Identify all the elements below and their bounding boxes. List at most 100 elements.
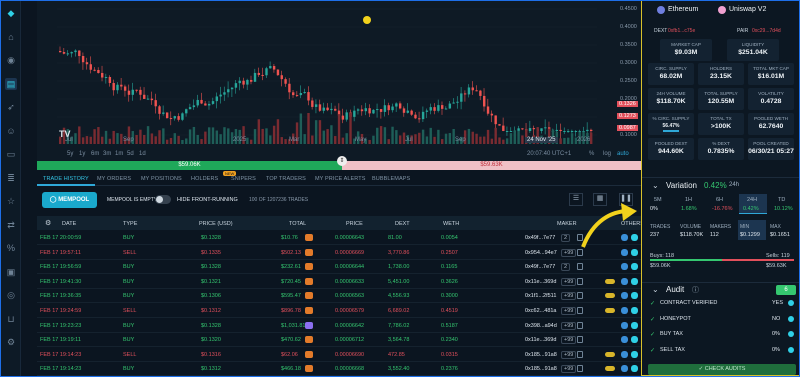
range-5d[interactable]: 5d <box>127 151 134 157</box>
row-maker[interactable]: 0x185...91a8 <box>525 352 557 358</box>
table-row[interactable]: FEB 17 19:41:30 BUY $0.1321 $720.45 0.000066… <box>37 275 641 289</box>
tab-my-positions[interactable]: MY POSITIONS <box>141 176 182 182</box>
tab-holders[interactable]: HOLDERS <box>191 176 218 182</box>
dext-address[interactable]: 0xfb1...c75e <box>668 28 695 34</box>
col-weth[interactable]: WETH <box>443 221 459 227</box>
table-row[interactable]: FEB 17 19:36:35 BUY $0.1306 $595.47 0.000065… <box>37 289 641 304</box>
col-price-usd[interactable]: PRICE (USD) <box>199 221 233 227</box>
rocket-icon[interactable]: ➶ <box>5 101 17 113</box>
range-1y[interactable]: 1y <box>79 151 85 157</box>
range-3m[interactable]: 3m <box>103 151 111 157</box>
table-row[interactable]: FEB 17 19:14:23 SELL $0.1316 $62.06 0.000066… <box>37 348 641 362</box>
external-link-icon[interactable] <box>621 307 628 314</box>
globe-icon[interactable]: ◎ <box>5 289 17 301</box>
tab-top-traders[interactable]: TOP TRADERS <box>266 176 306 182</box>
row-maker[interactable]: 0x11e...369d <box>525 337 556 343</box>
filter-icon[interactable] <box>577 336 583 344</box>
tab-trade-history[interactable]: TRADE HISTORY <box>43 176 89 182</box>
percent-icon[interactable]: % <box>5 242 17 254</box>
period-5m[interactable]: 5M <box>654 197 662 203</box>
filter-icon[interactable] <box>577 350 583 358</box>
gear-icon[interactable]: ⚙ <box>5 336 17 348</box>
chart-icon[interactable]: ▤ <box>5 77 17 90</box>
share-icon[interactable] <box>631 292 638 300</box>
cart-icon[interactable]: ⊔ <box>5 313 17 325</box>
filter-icon[interactable] <box>577 321 583 329</box>
col-maker[interactable]: MAKER <box>557 221 577 227</box>
tab-snipers[interactable]: SNIPERS <box>231 176 256 182</box>
audit-collapse-icon[interactable]: ⌄ <box>652 285 659 294</box>
external-link-icon[interactable] <box>621 365 628 373</box>
range-5y[interactable]: 5y <box>67 151 73 157</box>
external-link-icon[interactable] <box>621 277 628 285</box>
table-row[interactable]: FEB 17 19:24:59 SELL $0.1312 $896.78 0.00006… <box>37 304 641 318</box>
swap-icon[interactable]: ⇄ <box>5 219 17 231</box>
table-row[interactable]: FEB 17 19:57:11 SELL $0.1335 $502.13 0.00006… <box>37 246 641 260</box>
eye-icon[interactable]: ◉ <box>5 54 17 66</box>
share-icon[interactable] <box>631 321 638 329</box>
period-1h[interactable]: 1H <box>685 197 692 203</box>
front-running-toggle[interactable] <box>155 195 171 204</box>
share-icon[interactable] <box>631 307 638 314</box>
tab-my-price-alerts[interactable]: MY PRICE ALERTS <box>315 176 366 182</box>
row-maker[interactable]: 0x185...91a8 <box>525 366 557 372</box>
external-link-icon[interactable] <box>621 263 628 271</box>
scale-log[interactable]: log <box>603 151 611 157</box>
row-maker[interactable]: 0x49f...7e77 <box>525 235 555 241</box>
range-1m[interactable]: 1m <box>115 151 123 157</box>
external-link-icon[interactable] <box>621 336 628 344</box>
tab-bubblemaps[interactable]: BUBBLEMAPS <box>372 176 410 182</box>
table-row[interactable]: FEB 17 19:56:59 BUY $0.1328 $232.61 0.000066… <box>37 260 641 275</box>
table-row[interactable]: FEB 17 19:14:23 BUY $0.1312 $466.18 0.000066… <box>37 362 641 376</box>
layers-icon[interactable]: ≣ <box>5 172 17 184</box>
table-row[interactable]: FEB 17 20:00:59 BUY $0.1328 $10.76 0.0000664… <box>37 231 641 245</box>
external-link-icon[interactable] <box>621 292 628 300</box>
row-maker[interactable]: 0x398...a94d <box>525 323 557 329</box>
row-maker[interactable]: 0x954...94e7 <box>525 250 557 256</box>
variation-collapse-icon[interactable]: ⌄ <box>652 181 659 190</box>
users-icon[interactable]: ☺ <box>5 125 17 137</box>
pair-address[interactable]: 0xc29...7d4d <box>752 28 781 34</box>
row-maker[interactable]: 0x11e...369d <box>525 279 556 285</box>
table-row[interactable]: FEB 17 19:19:11 BUY $0.1320 $470.62 0.000067… <box>37 333 641 348</box>
row-maker[interactable]: 0x49f...7e77 <box>525 264 555 270</box>
home-icon[interactable]: ⌂ <box>5 31 17 43</box>
filter-icon[interactable] <box>577 292 583 300</box>
tab-my-orders[interactable]: MY ORDERS <box>97 176 131 182</box>
range-1d[interactable]: 1d <box>139 151 146 157</box>
star-icon[interactable]: ☆ <box>5 195 17 207</box>
share-icon[interactable] <box>631 277 638 285</box>
range-6m[interactable]: 6m <box>91 151 99 157</box>
period-24h[interactable]: 24H <box>747 197 757 203</box>
row-maker[interactable]: 0x1f1...2f511 <box>525 293 556 299</box>
share-icon[interactable] <box>631 350 638 358</box>
filter-icon[interactable] <box>577 307 583 314</box>
scale-auto[interactable]: auto <box>617 151 629 157</box>
filter-icon[interactable] <box>577 263 583 271</box>
filter-icon[interactable] <box>577 365 583 373</box>
image-icon[interactable]: ▣ <box>5 266 17 278</box>
share-icon[interactable] <box>631 365 638 373</box>
col-type[interactable]: TYPE <box>123 221 137 227</box>
mempool-button[interactable]: ◯ MEMPOOL <box>42 192 97 208</box>
filter-icon[interactable] <box>577 277 583 285</box>
share-icon[interactable] <box>631 336 638 344</box>
progress-handle[interactable]: ⇕ <box>337 156 347 166</box>
check-audits-button[interactable]: ✓ CHECK AUDITS <box>648 364 796 375</box>
volume-bar <box>211 127 215 144</box>
wallet-icon[interactable]: ▭ <box>5 148 17 160</box>
row-maker[interactable]: 0xc62...481a <box>525 308 557 314</box>
col-price[interactable]: PRICE <box>346 221 363 227</box>
period-6h[interactable]: 6H <box>716 197 723 203</box>
logo-icon[interactable]: ◆ <box>5 7 17 19</box>
settings-icon[interactable]: ⚙ <box>45 219 51 227</box>
col-total[interactable]: TOTAL <box>289 221 306 227</box>
period-td[interactable]: TD <box>778 197 785 203</box>
external-link-icon[interactable] <box>621 350 628 358</box>
table-row[interactable]: FEB 17 19:23:23 BUY $0.1328 $1,031.81 0.0000… <box>37 319 641 333</box>
external-link-icon[interactable] <box>621 321 628 329</box>
col-date[interactable]: DATE <box>62 221 76 227</box>
share-icon[interactable] <box>631 263 638 271</box>
scale-%[interactable]: % <box>589 151 594 157</box>
col-dext[interactable]: DEXT <box>395 221 410 227</box>
